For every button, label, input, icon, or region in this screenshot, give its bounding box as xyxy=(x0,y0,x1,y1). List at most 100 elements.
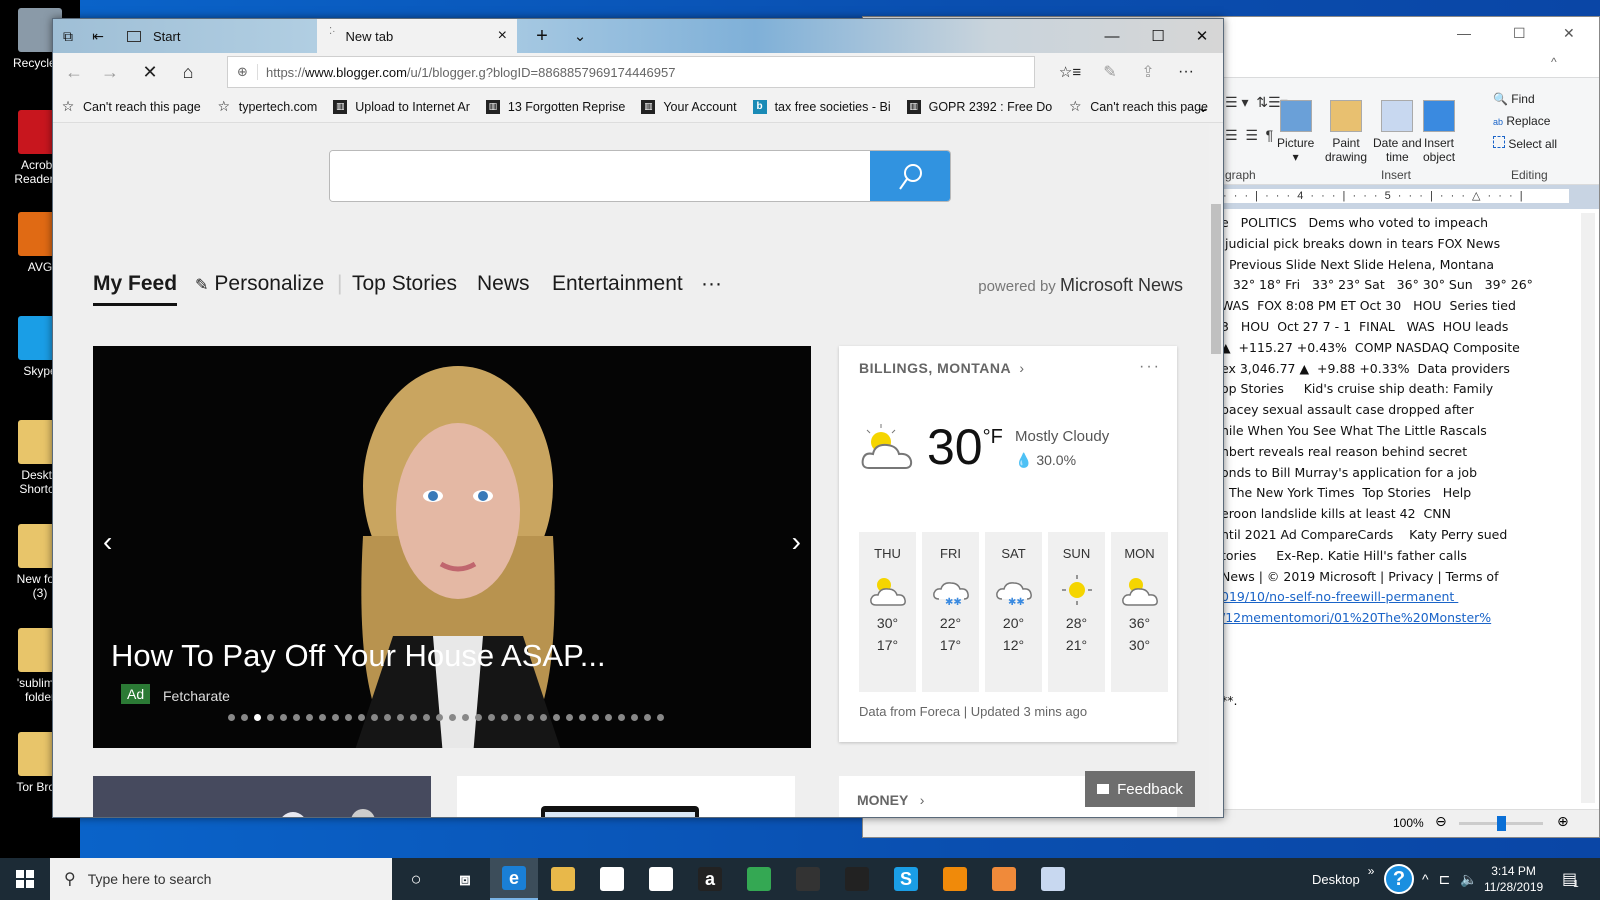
desktop-toolbar[interactable]: Desktop» xyxy=(1312,858,1374,900)
favorite-item[interactable]: ☆ Can't reach this page xyxy=(1068,100,1208,114)
carousel-dot[interactable] xyxy=(345,714,352,721)
feed-tab-news[interactable]: News xyxy=(477,272,530,296)
carousel-dot[interactable] xyxy=(397,714,404,721)
tab-list-button[interactable]: ⌄ xyxy=(557,19,603,53)
taskbar-app-cortana[interactable]: ○ xyxy=(392,858,440,900)
minimize-button[interactable]: — xyxy=(1089,19,1135,53)
favorite-item[interactable]: b tax free societies - Bi xyxy=(752,99,891,114)
share-button[interactable]: ⇪ xyxy=(1131,59,1165,85)
feed-tab-[interactable]: ··· xyxy=(701,272,722,296)
carousel-dot[interactable] xyxy=(306,714,313,721)
carousel-dot[interactable] xyxy=(228,714,235,721)
news-card-laptop[interactable] xyxy=(457,776,795,817)
taskbar-app-skype[interactable]: S xyxy=(882,858,930,900)
taskbar-app-tripadvisor[interactable] xyxy=(735,858,783,900)
next-slide-button[interactable]: › xyxy=(792,526,801,558)
ad-source[interactable]: Fetcharate xyxy=(163,688,230,704)
favorites-overflow-button[interactable]: ⌄ xyxy=(1197,99,1209,116)
previous-slide-button[interactable]: ‹ xyxy=(103,526,112,558)
carousel-dot[interactable] xyxy=(293,714,300,721)
forecast-day[interactable]: THU 30° 17° xyxy=(859,532,916,692)
tab-start[interactable]: Start xyxy=(121,19,317,53)
carousel-dot[interactable] xyxy=(371,714,378,721)
carousel-dot[interactable] xyxy=(527,714,534,721)
set-tabs-aside-icon[interactable]: ⇤ xyxy=(83,19,113,53)
favorite-item[interactable]: ▥ Upload to Internet Ar xyxy=(333,99,470,114)
taskbar-app-amazon[interactable]: a xyxy=(686,858,734,900)
taskbar-app-store[interactable] xyxy=(588,858,636,900)
taskbar-app-task-view[interactable]: ⧈ xyxy=(441,858,489,900)
carousel-dot[interactable] xyxy=(410,714,417,721)
carousel-dot[interactable] xyxy=(475,714,482,721)
favorite-item[interactable]: ▥ 13 Forgotten Reprise xyxy=(485,99,625,114)
more-settings-button[interactable]: ··· xyxy=(1169,59,1203,85)
news-card-football[interactable] xyxy=(93,776,431,817)
home-button[interactable]: ⌂ xyxy=(171,59,205,85)
tabs-aside-icon[interactable]: ⧉ xyxy=(53,19,83,53)
carousel-dot[interactable] xyxy=(358,714,365,721)
web-notes-button[interactable]: ✎ xyxy=(1093,59,1127,85)
show-hidden-icons-button[interactable]: ^ xyxy=(1422,871,1429,887)
feed-tab-entertainment[interactable]: Entertainment xyxy=(552,272,683,296)
maximize-button[interactable]: ☐ xyxy=(1135,19,1181,53)
carousel-dot[interactable] xyxy=(423,714,430,721)
taskbar-app-mail[interactable] xyxy=(637,858,685,900)
carousel-dot[interactable] xyxy=(657,714,664,721)
web-search-box[interactable] xyxy=(329,150,951,202)
power-icon[interactable]: ⊏ xyxy=(1439,871,1451,888)
carousel-dot[interactable] xyxy=(501,714,508,721)
zoom-out-button[interactable]: ⊖ xyxy=(1435,813,1447,830)
search-input[interactable] xyxy=(330,151,870,201)
help-icon[interactable]: ? xyxy=(1384,858,1414,900)
carousel-dot[interactable] xyxy=(644,714,651,721)
carousel-dot[interactable] xyxy=(436,714,443,721)
replace-button[interactable]: ab Replace xyxy=(1493,110,1557,133)
paint-drawing-button[interactable]: Paint drawing xyxy=(1325,100,1367,164)
scrollbar-thumb[interactable] xyxy=(1211,204,1221,354)
forward-button[interactable]: → xyxy=(93,59,127,85)
forecast-day[interactable]: SAT ✱✱ 20° 12° xyxy=(985,532,1042,692)
volume-icon[interactable]: 🔈 xyxy=(1460,871,1477,888)
document-link[interactable]: 019/10/no-self-no-freewill-permanent xyxy=(1221,587,1533,608)
carousel-dot[interactable] xyxy=(488,714,495,721)
carousel-dot[interactable] xyxy=(241,714,248,721)
find-button[interactable]: 🔍 Find xyxy=(1493,88,1557,110)
hero-carousel[interactable]: ‹ › How To Pay Off Your House ASAP... Ad… xyxy=(93,346,811,748)
select-all-button[interactable]: Select all xyxy=(1493,133,1557,155)
close-window-button[interactable]: ✕ xyxy=(1179,19,1225,53)
feedback-button[interactable]: Feedback xyxy=(1085,771,1195,807)
collapse-ribbon-icon[interactable]: ^ xyxy=(1551,55,1557,69)
stop-button[interactable]: ✕ xyxy=(133,59,167,85)
zoom-in-button[interactable]: ⊕ xyxy=(1557,813,1569,830)
carousel-dot[interactable] xyxy=(514,714,521,721)
taskbar-app-camera-app[interactable] xyxy=(784,858,832,900)
carousel-dot[interactable] xyxy=(384,714,391,721)
taskbar-app-color-app[interactable] xyxy=(833,858,881,900)
action-center-button[interactable]: ▤ 1 xyxy=(1562,858,1579,900)
hero-headline[interactable]: How To Pay Off Your House ASAP... xyxy=(111,638,606,674)
carousel-dot[interactable] xyxy=(605,714,612,721)
favorites-hub-button[interactable]: ☆≡ xyxy=(1053,59,1087,85)
weather-more-button[interactable]: ··· xyxy=(1139,358,1161,376)
carousel-dot[interactable] xyxy=(280,714,287,721)
close-button[interactable]: ✕ xyxy=(1563,25,1575,42)
money-title[interactable]: MONEY › xyxy=(857,792,924,808)
forecast-day[interactable]: FRI ✱✱ 22° 17° xyxy=(922,532,979,692)
feed-tab-my-feed[interactable]: My Feed xyxy=(93,272,178,306)
taskbar-app-wordpad[interactable] xyxy=(1029,858,1077,900)
favorite-item[interactable]: ☆ Can't reach this page xyxy=(61,100,201,114)
taskbar-app-media-player[interactable] xyxy=(980,858,1028,900)
carousel-dot[interactable] xyxy=(579,714,586,721)
tab-new-tab[interactable]: ⁚· New tab × xyxy=(317,19,517,53)
favorite-item[interactable]: ▥ GOPR 2392 : Free Do xyxy=(906,99,1052,114)
carousel-dot[interactable] xyxy=(566,714,573,721)
date-time-button[interactable]: Date and time xyxy=(1373,100,1422,164)
carousel-dot[interactable] xyxy=(462,714,469,721)
page-scrollbar[interactable] xyxy=(1209,124,1223,817)
taskbar-app-edge[interactable]: e xyxy=(490,858,538,900)
taskbar-search[interactable]: ⚲ Type here to search xyxy=(50,858,392,900)
maximize-button[interactable]: ☐ xyxy=(1513,25,1526,42)
document-link[interactable]: /12mementomori/01%20The%20Monster% xyxy=(1221,608,1533,629)
carousel-dot[interactable] xyxy=(631,714,638,721)
address-bar[interactable]: ⊕ https://www.blogger.com/u/1/blogger.g?… xyxy=(227,56,1035,88)
